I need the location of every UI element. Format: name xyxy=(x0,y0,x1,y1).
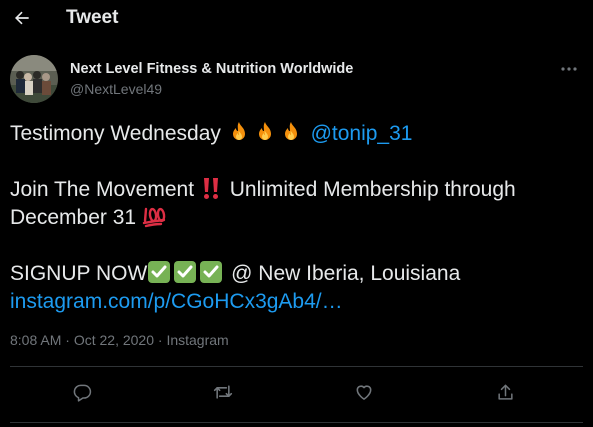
tweet-text-segment: SIGNUP NOW xyxy=(10,262,148,285)
fire-emoji-icon xyxy=(284,122,297,140)
tweet-actions xyxy=(0,374,593,410)
check-mark-button-emoji-icon xyxy=(200,261,223,283)
double-exclamation-emoji-icon xyxy=(203,178,218,199)
tweet-line-3: December 31 xyxy=(10,204,585,232)
fire-emoji-icon xyxy=(232,122,245,140)
arrow-left-icon xyxy=(15,11,29,25)
author-name[interactable]: Next Level Fitness & Nutrition Worldwide xyxy=(70,61,353,77)
tweet-text-segment: Join The Movement xyxy=(10,178,195,201)
tweet-header: Tweet xyxy=(0,0,593,38)
tweet-line-2: Join The Movement Unlimited Membership t… xyxy=(10,176,585,204)
more-horizontal-icon xyxy=(561,67,577,71)
tweet-line-1: Testimony Wednesday @tonip_31 xyxy=(10,120,585,148)
tweet-line-4: SIGNUP NOW @ New Iberia, Louisiana xyxy=(10,260,585,288)
retweet-icon xyxy=(213,385,233,399)
check-mark-button-emoji-icon xyxy=(174,261,197,283)
tweet-time[interactable]: 8:08 AM xyxy=(10,332,61,348)
tweet-author: Next Level Fitness & Nutrition Worldwide… xyxy=(10,55,583,105)
reply-button[interactable] xyxy=(64,374,100,410)
mention-link[interactable]: @tonip_31 xyxy=(311,122,413,145)
reply-icon xyxy=(73,384,91,402)
page-title: Tweet xyxy=(66,7,119,28)
hundred-points-emoji-icon xyxy=(142,207,166,228)
more-button[interactable] xyxy=(555,57,583,81)
heart-icon xyxy=(356,385,372,400)
check-mark-button-emoji-icon xyxy=(148,261,171,283)
share-button[interactable] xyxy=(487,374,523,410)
share-icon xyxy=(497,384,513,400)
retweet-button[interactable] xyxy=(205,374,241,410)
author-handle[interactable]: @NextLevel49 xyxy=(70,81,162,97)
back-button[interactable] xyxy=(8,4,36,32)
meta-separator: · xyxy=(65,332,70,348)
instagram-link[interactable]: instagram.com/p/CGoHCx3gAb4/… xyxy=(10,290,343,313)
avatar[interactable] xyxy=(10,55,58,103)
like-button[interactable] xyxy=(346,374,382,410)
tweet-line-5: instagram.com/p/CGoHCx3gAb4/… xyxy=(10,288,585,316)
tweet-date[interactable]: Oct 22, 2020 xyxy=(74,332,154,348)
tweet-text: Testimony Wednesday @tonip_31 Join The M… xyxy=(10,120,585,316)
divider xyxy=(10,366,583,367)
meta-separator: · xyxy=(157,332,163,348)
tweet-source[interactable]: Instagram xyxy=(166,332,228,348)
tweet-meta: 8:08 AM · Oct 22, 2020 · Instagram xyxy=(10,332,229,348)
fire-emoji-icon xyxy=(258,122,271,140)
divider xyxy=(10,422,583,423)
tweet-text-segment: @ New Iberia, Louisiana xyxy=(231,262,461,285)
tweet-text-segment: Unlimited Membership through xyxy=(229,178,516,201)
tweet-text-segment: December 31 xyxy=(10,206,137,229)
tweet-text-segment: Testimony Wednesday xyxy=(10,122,221,145)
